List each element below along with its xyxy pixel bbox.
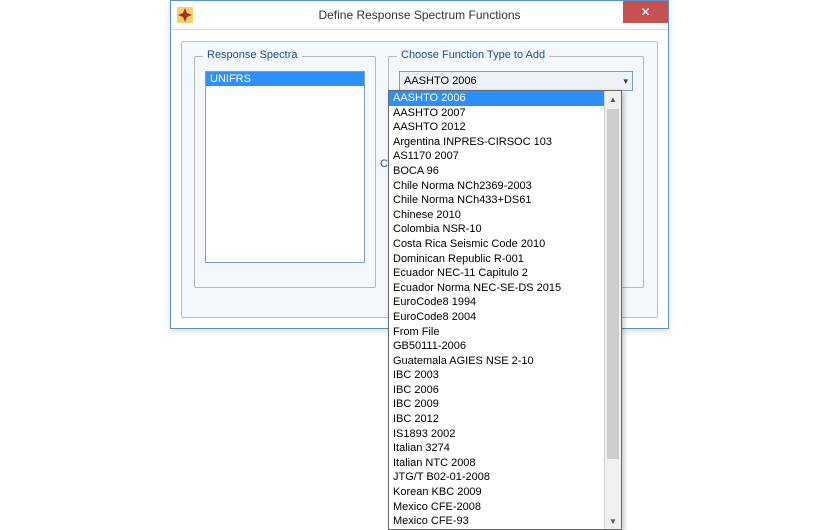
dropdown-option[interactable]: Mexico CFE-93 bbox=[389, 514, 604, 529]
dropdown-list[interactable]: AASHTO 2006AASHTO 2007AASHTO 2012Argenti… bbox=[389, 91, 604, 529]
response-spectra-label: Response Spectra bbox=[203, 49, 302, 61]
dropdown-option[interactable]: IS1893 2002 bbox=[389, 427, 604, 442]
chevron-down-icon: ▾ bbox=[623, 76, 628, 87]
scroll-up-button[interactable]: ▲ bbox=[605, 91, 621, 107]
list-item[interactable]: UNIFRS bbox=[206, 72, 364, 86]
chevron-up-icon: ▲ bbox=[609, 95, 617, 104]
dropdown-option[interactable]: Guatemala AGIES NSE 2-10 bbox=[389, 354, 604, 369]
close-icon: ✕ bbox=[640, 5, 650, 19]
chevron-down-icon: ▼ bbox=[609, 517, 617, 526]
dropdown-option[interactable]: IBC 2003 bbox=[389, 368, 604, 383]
titlebar: Define Response Spectrum Functions ✕ bbox=[171, 1, 668, 30]
response-spectra-listbox[interactable]: UNIFRS bbox=[205, 71, 365, 263]
dropdown-option[interactable]: Korean KBC 2009 bbox=[389, 485, 604, 500]
dropdown-option[interactable]: Argentina INPRES-CIRSOC 103 bbox=[389, 135, 604, 150]
scroll-down-button[interactable]: ▼ bbox=[605, 513, 621, 529]
dropdown-option[interactable]: AS1170 2007 bbox=[389, 149, 604, 164]
dropdown-scrollbar[interactable]: ▲ ▼ bbox=[604, 91, 621, 529]
dropdown-option[interactable]: Colombia NSR-10 bbox=[389, 222, 604, 237]
dropdown-option[interactable]: IBC 2009 bbox=[389, 397, 604, 412]
dropdown-option[interactable]: JTG/T B02-01-2008 bbox=[389, 470, 604, 485]
dropdown-option[interactable]: Ecuador NEC-11 Capitulo 2 bbox=[389, 266, 604, 281]
dropdown-option[interactable]: Mexico CFE-2008 bbox=[389, 500, 604, 515]
dropdown-option[interactable]: Italian NTC 2008 bbox=[389, 456, 604, 471]
app-icon bbox=[177, 7, 193, 23]
dropdown-option[interactable]: GB50111-2006 bbox=[389, 339, 604, 354]
combo-value: AASHTO 2006 bbox=[404, 75, 477, 87]
dropdown-option[interactable]: Dominican Republic R-001 bbox=[389, 252, 604, 267]
close-button[interactable]: ✕ bbox=[623, 1, 668, 23]
dropdown-option[interactable]: Chinese 2010 bbox=[389, 208, 604, 223]
dropdown-option[interactable]: AASHTO 2007 bbox=[389, 106, 604, 121]
dropdown-option[interactable]: AASHTO 2012 bbox=[389, 120, 604, 135]
dropdown-option[interactable]: IBC 2006 bbox=[389, 383, 604, 398]
dropdown-option[interactable]: EuroCode8 2004 bbox=[389, 310, 604, 325]
dropdown-option[interactable]: IBC 2012 bbox=[389, 412, 604, 427]
scroll-thumb[interactable] bbox=[607, 109, 619, 459]
dropdown-option[interactable]: Chile Norma NCh433+DS61 bbox=[389, 193, 604, 208]
dropdown-option[interactable]: From File bbox=[389, 325, 604, 340]
partial-label: C bbox=[380, 158, 388, 170]
function-type-combobox[interactable]: AASHTO 2006 ▾ bbox=[399, 71, 633, 91]
dropdown-option[interactable]: Chile Norma NCh2369-2003 bbox=[389, 179, 604, 194]
dropdown-option[interactable]: AASHTO 2006 bbox=[389, 91, 604, 106]
dropdown-option[interactable]: Costa Rica Seismic Code 2010 bbox=[389, 237, 604, 252]
dropdown-option[interactable]: BOCA 96 bbox=[389, 164, 604, 179]
dropdown-option[interactable]: Ecuador Norma NEC-SE-DS 2015 bbox=[389, 281, 604, 296]
window-title: Define Response Spectrum Functions bbox=[171, 8, 668, 22]
function-type-label: Choose Function Type to Add bbox=[397, 49, 549, 61]
dropdown-option[interactable]: Italian 3274 bbox=[389, 441, 604, 456]
dropdown-option[interactable]: EuroCode8 1994 bbox=[389, 295, 604, 310]
response-spectra-group: Response Spectra UNIFRS bbox=[194, 56, 376, 288]
function-type-dropdown: AASHTO 2006AASHTO 2007AASHTO 2012Argenti… bbox=[388, 90, 622, 530]
